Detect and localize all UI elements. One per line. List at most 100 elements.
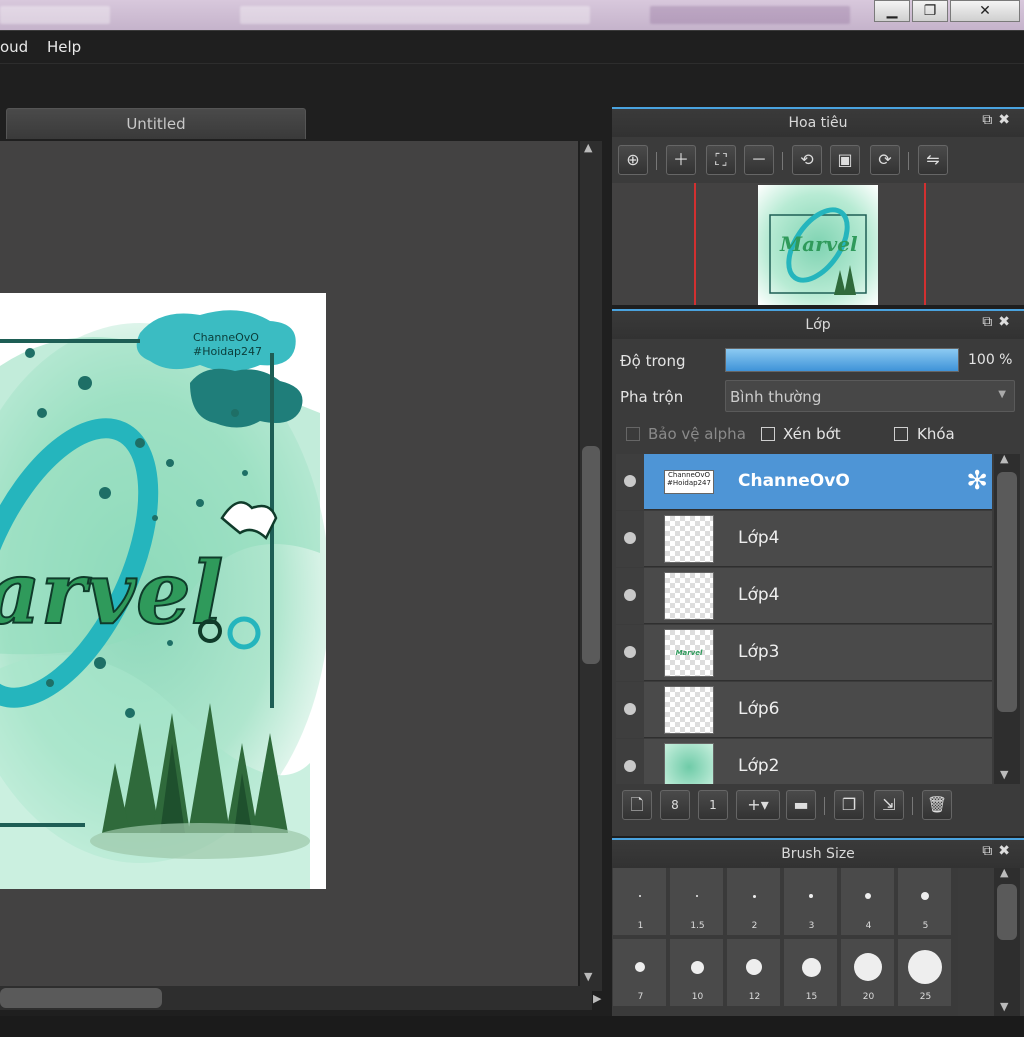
canvas-area: Untitled ChanneOvO #Hoidap247 arvel ▲ ▼ … [0, 106, 612, 1016]
blend-mode-select[interactable]: Bình thường ▼ [725, 380, 1015, 412]
rotate-left-icon[interactable]: ⟲ [792, 145, 822, 175]
layer-row[interactable]: Marvel Lớp3 [616, 625, 992, 681]
artwork-canvas[interactable]: ChanneOvO #Hoidap247 arvel [0, 293, 326, 889]
zoom-in-icon[interactable]: ＋ [666, 145, 696, 175]
menu-item-help[interactable]: Help [47, 38, 81, 56]
layer-settings-gear-icon[interactable]: ✻ [966, 466, 988, 496]
eye-icon[interactable] [624, 532, 636, 544]
brush-size-cell[interactable]: 12 [727, 939, 782, 1008]
separator [824, 797, 825, 815]
layer-name: Lớp4 [738, 528, 780, 548]
panel-popout-close-icons[interactable]: ⧉✖ [982, 112, 1016, 128]
chevron-down-icon: ▼ [998, 389, 1006, 400]
layer-row[interactable]: Lớp6 [616, 682, 992, 738]
eye-icon[interactable] [624, 475, 636, 487]
brush-size-panel-title: Brush Size [612, 840, 1024, 868]
canvas-vertical-scrollbar[interactable] [580, 141, 602, 991]
delete-layer-icon[interactable]: 🗑 [922, 790, 952, 820]
canvas-vertical-scroll-thumb[interactable] [582, 446, 600, 664]
opacity-label: Độ trong [620, 352, 686, 370]
brush-size-cell[interactable]: 7 [613, 939, 668, 1008]
add-layer-dropdown-icon[interactable]: +▾ [736, 790, 780, 820]
scroll-down-arrow-icon[interactable]: ▼ [1000, 1000, 1008, 1013]
brush-dot-icon [865, 893, 871, 899]
brush-size-cell[interactable]: 2 [727, 868, 782, 937]
window-title-bar: ▁ ❐ ✕ [0, 0, 1024, 30]
brush-size-label: 15 [805, 992, 818, 1002]
eye-icon[interactable] [624, 703, 636, 715]
navigator-thumbnail: Marvel [758, 185, 878, 305]
layer-thumbnail: Marvel [664, 629, 714, 677]
scroll-down-arrow-icon[interactable]: ▼ [1000, 768, 1008, 781]
layer-row[interactable]: Lớp2 [616, 739, 992, 784]
brush-size-cell[interactable]: 3 [784, 868, 839, 937]
panel-popout-close-icons[interactable]: ⧉✖ [982, 843, 1016, 859]
canvas-view[interactable]: ChanneOvO #Hoidap247 arvel [0, 141, 578, 991]
zoom-out-icon[interactable]: － [744, 145, 774, 175]
rotate-right-icon[interactable]: ⟳ [870, 145, 900, 175]
merge-layer-icon[interactable]: ⇲ [874, 790, 904, 820]
eye-icon[interactable] [624, 646, 636, 658]
new-layer-icon[interactable]: 🗋 [622, 790, 652, 820]
brush-size-label: 7 [637, 992, 644, 1002]
layer-name: Lớp4 [738, 585, 780, 605]
new-1bit-layer-icon[interactable]: 1 [698, 790, 728, 820]
layer-name: ChanneOvO [738, 471, 850, 491]
canvas-horizontal-scroll-thumb[interactable] [0, 988, 162, 1008]
scroll-down-arrow-icon[interactable]: ▼ [584, 970, 592, 983]
opacity-slider[interactable] [725, 348, 959, 372]
layer-row[interactable]: ChanneOvO #Hoidap247 ChanneOvO ✻ [616, 454, 992, 510]
brush-size-label: 3 [808, 921, 815, 931]
document-tab[interactable]: Untitled [6, 108, 306, 139]
brush-size-label: 25 [919, 992, 932, 1002]
brush-size-grid: 1 1.5 2 3 4 5 7 10 12 15 20 25 [613, 868, 958, 1016]
eye-icon[interactable] [624, 760, 636, 772]
brush-size-cell[interactable]: 5 [898, 868, 953, 937]
scroll-up-arrow-icon[interactable]: ▲ [1000, 866, 1008, 879]
eye-icon[interactable] [624, 589, 636, 601]
brush-size-cell[interactable]: 4 [841, 868, 896, 937]
navigator-preview[interactable]: Marvel [612, 183, 1024, 305]
menu-item-cloud[interactable]: oud [0, 38, 28, 56]
blend-mode-label: Pha trộn [620, 388, 684, 406]
view-bound-left [694, 183, 696, 305]
separator [912, 797, 913, 815]
brush-size-label: 5 [922, 921, 929, 931]
close-button[interactable]: ✕ [950, 0, 1020, 22]
panel-popout-close-icons[interactable]: ⧉✖ [982, 314, 1016, 330]
restore-button[interactable]: ❐ [912, 0, 948, 22]
protect-alpha-checkbox[interactable] [626, 427, 640, 441]
flip-icon[interactable]: ⇋ [918, 145, 948, 175]
duplicate-layer-icon[interactable]: ❐ [834, 790, 864, 820]
brush-size-cell[interactable]: 10 [670, 939, 725, 1008]
blend-mode-value: Bình thường [730, 388, 822, 406]
actual-size-icon[interactable]: ▣ [830, 145, 860, 175]
canvas-horizontal-scrollbar[interactable] [0, 986, 592, 1010]
folder-icon[interactable]: ▬ [786, 790, 816, 820]
brush-dot-icon [809, 894, 813, 898]
layer-row[interactable]: Lớp4 [616, 568, 992, 624]
brush-size-cell[interactable]: 25 [898, 939, 953, 1008]
brush-size-cell[interactable]: 1 [613, 868, 668, 937]
lock-checkbox[interactable] [894, 427, 908, 441]
new-8bit-layer-icon[interactable]: 8 [660, 790, 690, 820]
layer-list-scroll-thumb[interactable] [997, 472, 1017, 712]
brush-size-cell[interactable]: 20 [841, 939, 896, 1008]
layer-list-scrollbar[interactable] [994, 454, 1020, 784]
brush-size-scroll-thumb[interactable] [997, 884, 1017, 940]
opacity-value: 100 % [968, 352, 1013, 368]
brush-dot-icon [635, 962, 645, 972]
separator [782, 152, 783, 170]
brush-size-scrollbar[interactable] [994, 868, 1020, 1016]
layer-row[interactable]: Lớp4 [616, 511, 992, 567]
clipping-checkbox[interactable] [761, 427, 775, 441]
brush-size-cell[interactable]: 15 [784, 939, 839, 1008]
brush-size-cell[interactable]: 1.5 [670, 868, 725, 937]
zoom-fit-icon[interactable]: ⊕ [618, 145, 648, 175]
fit-screen-icon[interactable]: ⛶ [706, 145, 736, 175]
brush-size-label: 1.5 [690, 921, 705, 931]
scroll-up-arrow-icon[interactable]: ▲ [584, 141, 592, 154]
scroll-right-arrow-icon[interactable]: ▶ [593, 992, 601, 1005]
scroll-up-arrow-icon[interactable]: ▲ [1000, 452, 1008, 465]
minimize-button[interactable]: ▁ [874, 0, 910, 22]
